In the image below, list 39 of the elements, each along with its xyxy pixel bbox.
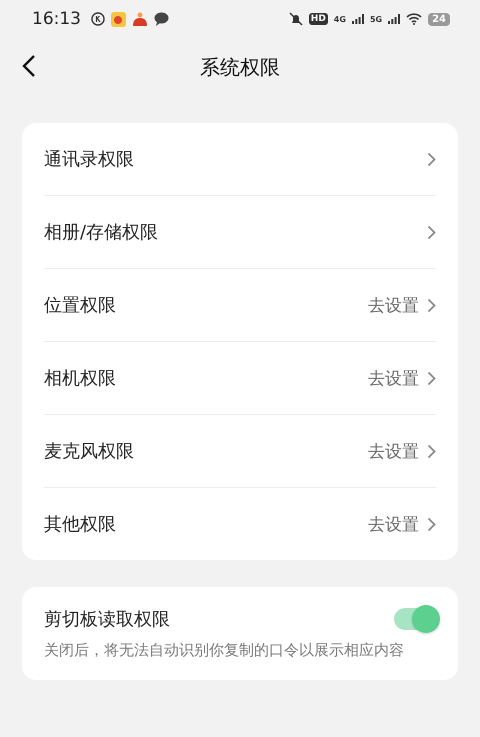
- chevron-right-icon: [427, 370, 436, 386]
- clipboard-switch[interactable]: [394, 608, 438, 630]
- circle-k-icon: [91, 12, 105, 26]
- settings-link: 去设置: [368, 294, 419, 316]
- permission-label: 通讯录权限: [44, 148, 134, 171]
- chat-bubble-icon: [154, 12, 169, 26]
- permission-row[interactable]: 其他权限 去设置: [44, 487, 436, 560]
- permission-label: 相机权限: [44, 367, 116, 390]
- settings-link: 去设置: [368, 440, 419, 462]
- permission-row[interactable]: 位置权限 去设置: [44, 268, 436, 341]
- permission-row[interactable]: 麦克风权限 去设置: [44, 414, 436, 487]
- settings-link: 去设置: [368, 368, 419, 390]
- clipboard-label: 剪切板读取权限: [44, 608, 170, 631]
- permission-row[interactable]: 通讯录权限: [44, 123, 436, 195]
- chevron-right-icon: [427, 444, 436, 458]
- wifi-icon: [406, 13, 422, 25]
- chevron-right-icon: [427, 298, 436, 312]
- permission-label: 其他权限: [44, 513, 116, 536]
- permission-label: 麦克风权限: [44, 440, 134, 463]
- network-label: 4G: [334, 14, 346, 24]
- clipboard-description: 关闭后，将无法自动识别你复制的口令以展示相应内容: [44, 640, 405, 661]
- network-label: 5G: [370, 14, 382, 24]
- settings-link: 去设置: [368, 514, 419, 536]
- chevron-right-icon: [427, 224, 436, 240]
- app-icon: [132, 12, 148, 26]
- page-title: 系统权限: [200, 54, 280, 80]
- permission-row[interactable]: 相机权限 去设置: [44, 341, 436, 414]
- bell-off-icon: [288, 12, 303, 26]
- hd-badge: HD: [308, 13, 328, 25]
- permission-label: 相册/存储权限: [44, 221, 158, 244]
- permission-row[interactable]: 相册/存储权限: [44, 195, 436, 268]
- chevron-right-icon: [427, 516, 436, 532]
- chevron-right-icon: [427, 152, 436, 166]
- signal-icon: [352, 14, 364, 24]
- permission-label: 位置权限: [44, 294, 116, 317]
- app-icon: [111, 12, 126, 26]
- status-time: 16:13: [32, 9, 81, 29]
- battery-level: 24: [428, 12, 450, 26]
- signal-icon: [388, 14, 400, 24]
